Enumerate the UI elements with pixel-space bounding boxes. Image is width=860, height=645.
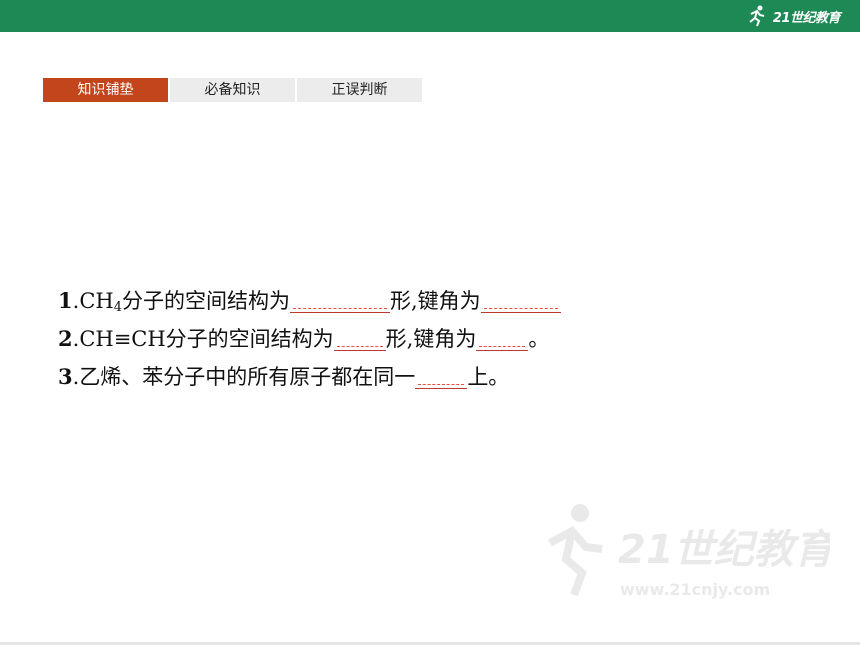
brand-logo: 21世纪教育	[745, 3, 841, 29]
header-bar: 21世纪教育	[0, 0, 860, 32]
answer-blank[interactable]	[480, 290, 561, 313]
answer-blank[interactable]	[415, 366, 468, 389]
question-number: 1	[58, 288, 73, 313]
answer-blank[interactable]	[289, 290, 390, 313]
question-text: 形,键角为	[385, 327, 477, 351]
tab-knowledge-foundation[interactable]: 知识铺垫	[43, 78, 168, 102]
question-text: 乙烯、苯分子中的所有原子都在同一	[79, 365, 416, 389]
watermark-logo-icon: 21世纪教育 www.21cnjy.com	[548, 504, 830, 599]
question-text: 分子的空间结构为	[121, 289, 290, 313]
hidden-answer	[479, 343, 526, 347]
runner-logo-icon	[749, 5, 765, 27]
logo-text: 21世纪教育	[772, 10, 841, 26]
question-text: 上。	[467, 365, 510, 389]
svg-text:21世纪教育: 21世纪教育	[618, 527, 830, 573]
tab-true-false[interactable]: 正误判断	[297, 78, 422, 102]
hidden-answer	[483, 305, 558, 309]
section-tabs: 知识铺垫 必备知识 正误判断	[43, 78, 422, 102]
subscript: 4	[113, 300, 122, 315]
question-3: 3.乙烯、苯分子中的所有原子都在同一 上。	[58, 358, 818, 396]
question-text: CH	[79, 289, 114, 313]
hidden-answer	[336, 343, 383, 347]
question-number: 2	[58, 326, 73, 351]
answer-blank[interactable]	[476, 328, 529, 351]
hidden-answer	[292, 305, 387, 309]
question-1: 1.CH4分子的空间结构为 形,键角为	[58, 282, 818, 320]
question-number: 3	[58, 364, 73, 389]
tab-essential-knowledge[interactable]: 必备知识	[170, 78, 295, 102]
answer-blank[interactable]	[333, 328, 386, 351]
question-list: 1.CH4分子的空间结构为 形,键角为 2.CH≡CH分子的空间结构为 形,键角为。…	[58, 282, 818, 396]
question-text: 。	[528, 327, 550, 351]
hidden-answer	[418, 381, 465, 385]
question-text: CH≡CH分子的空间结构为	[79, 327, 334, 351]
question-text: 形,键角为	[389, 289, 481, 313]
svg-text:www.21cnjy.com: www.21cnjy.com	[620, 580, 770, 599]
question-2: 2.CH≡CH分子的空间结构为 形,键角为。	[58, 320, 818, 358]
